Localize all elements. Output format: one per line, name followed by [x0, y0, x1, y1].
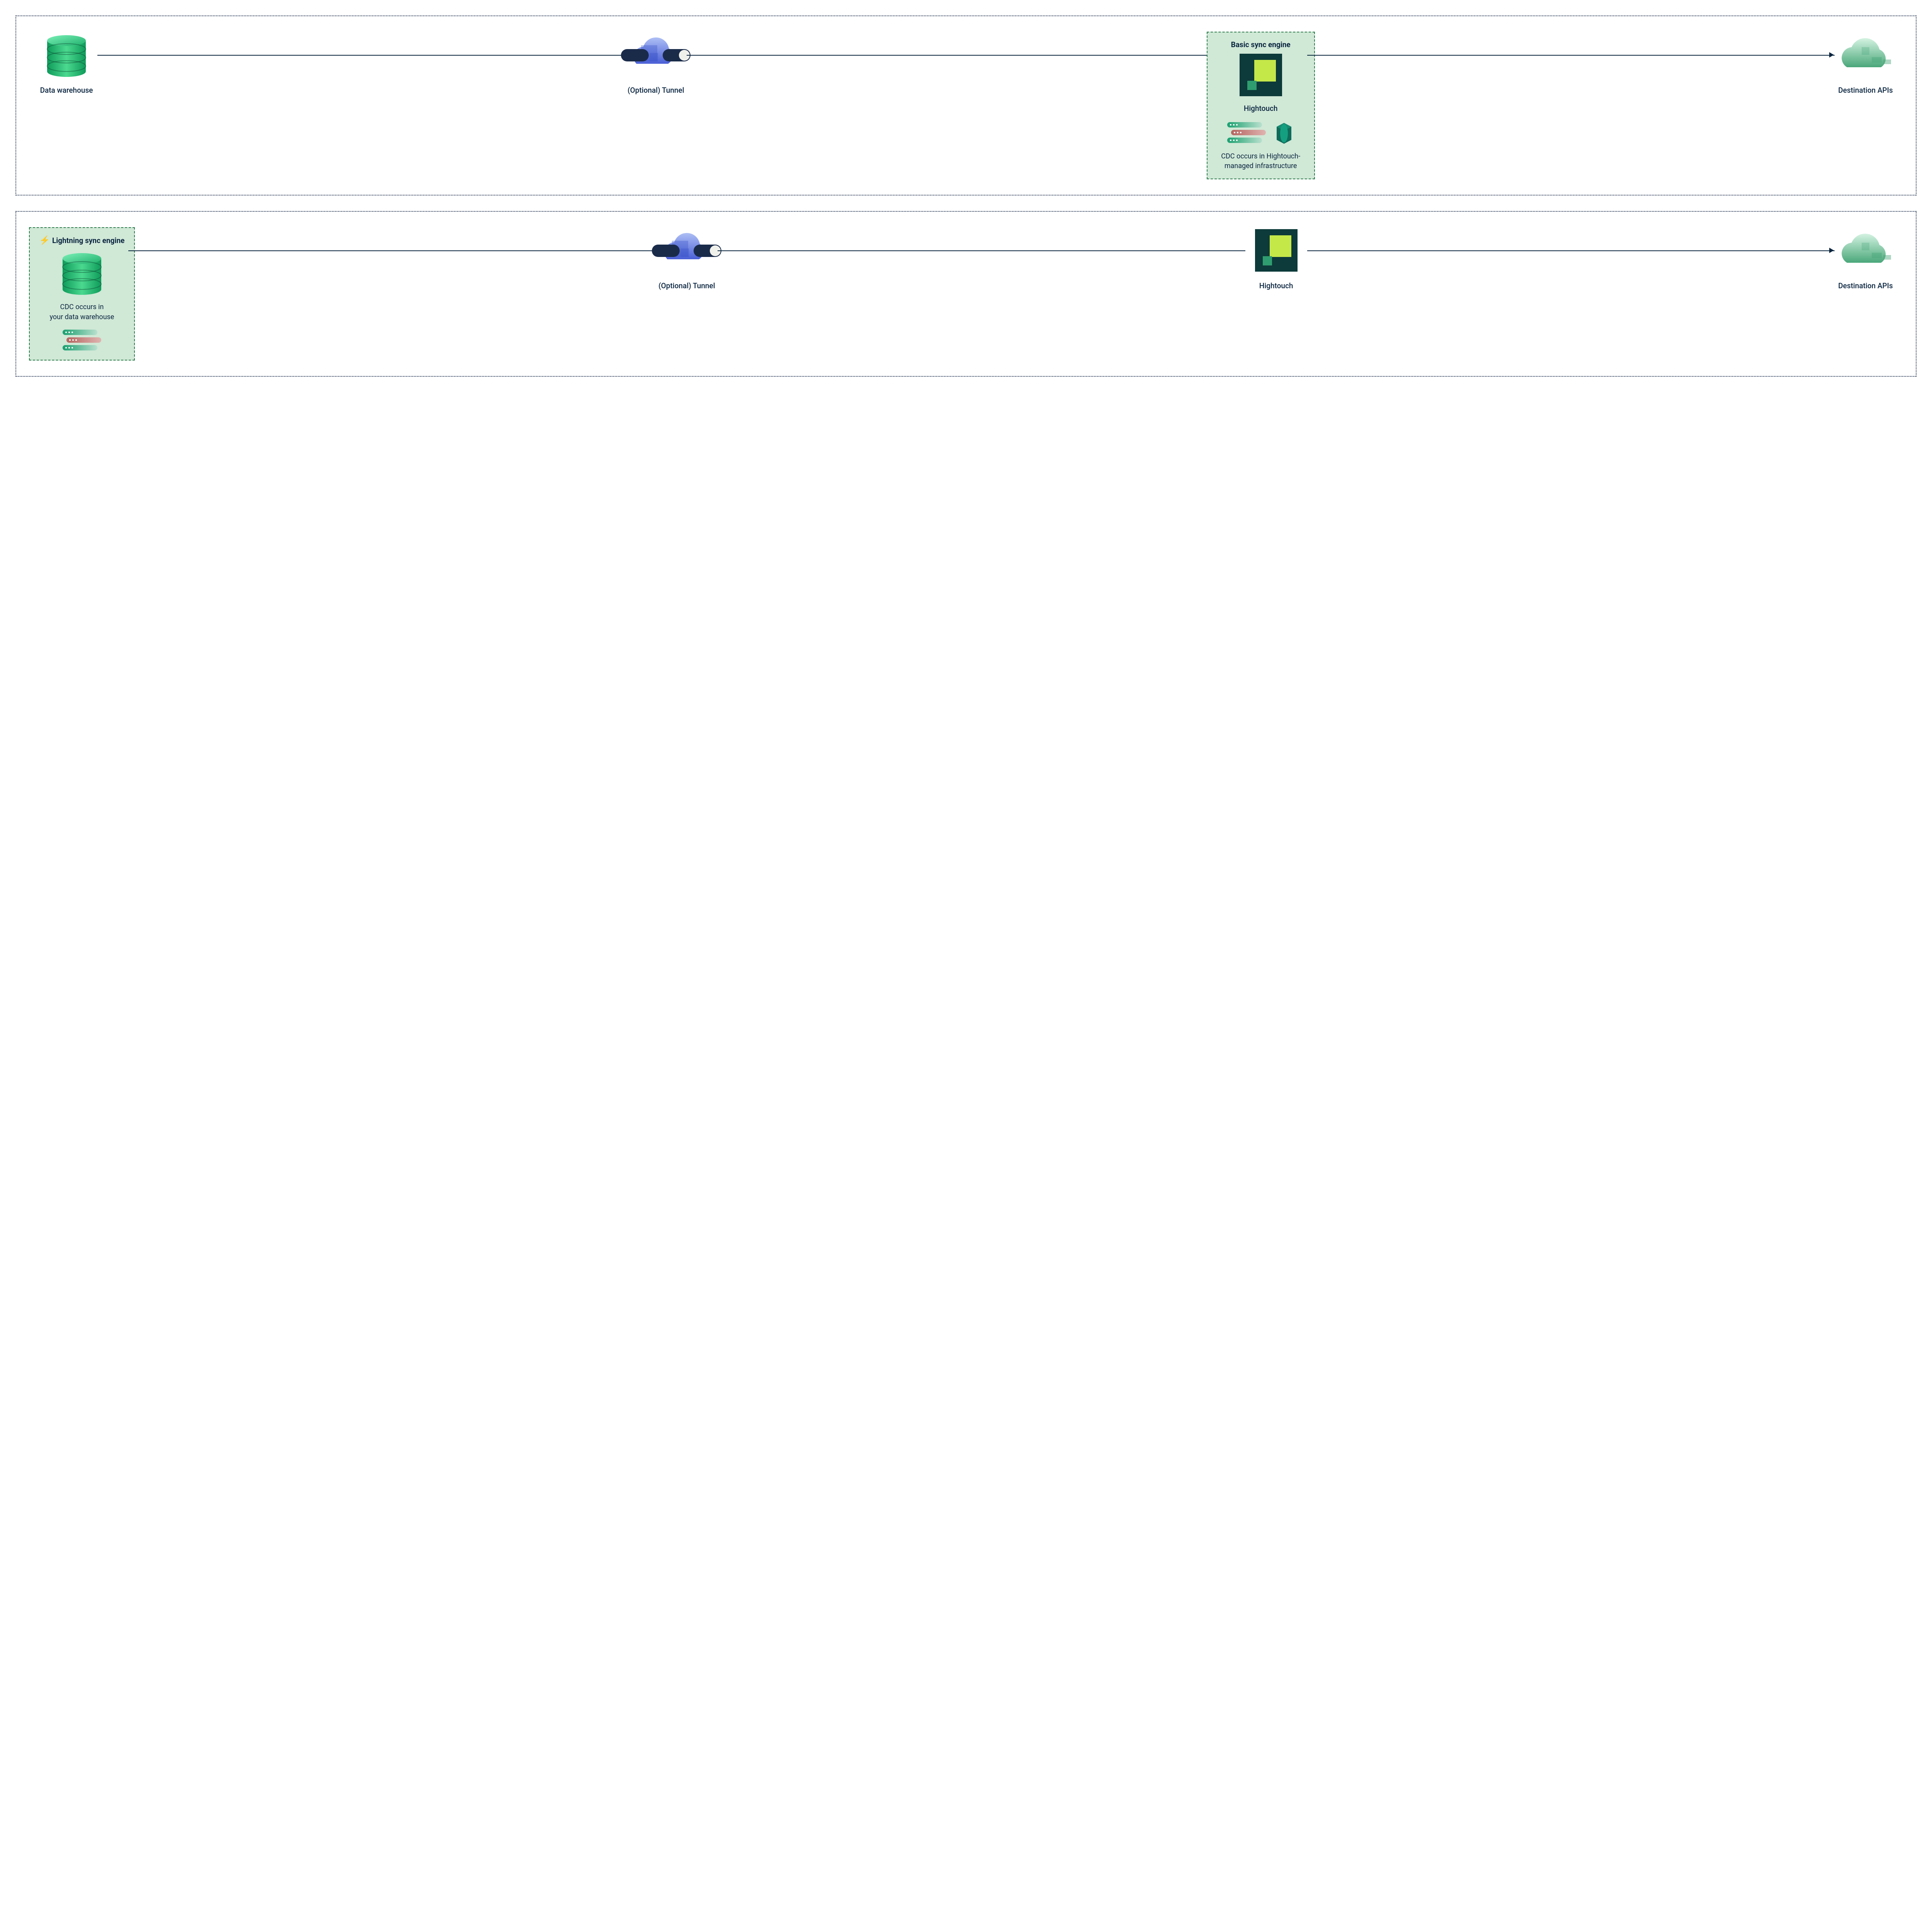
hightouch-logo-icon	[1240, 54, 1282, 96]
hightouch-node-2: Hightouch	[1238, 227, 1315, 290]
arrow-l3	[1315, 227, 1827, 274]
arrow-2	[694, 32, 1206, 78]
cylinder-shape-icon	[1274, 122, 1294, 145]
basic-flow-row: Data warehouse (Optional) Tunnel Basi	[28, 32, 1904, 179]
tunnel-cloud-icon	[621, 34, 690, 76]
lightning-warehouse-node: ⚡ Lightning sync engine CDC occurs in yo…	[28, 227, 136, 360]
hightouch-label-2: Hightouch	[1259, 281, 1293, 290]
destination-cloud-icon	[1835, 231, 1896, 270]
lightning-bolt-icon: ⚡	[39, 236, 50, 245]
tunnel-label: (Optional) Tunnel	[628, 86, 684, 95]
basic-sync-title: Basic sync engine	[1231, 40, 1291, 49]
hightouch-logo-icon	[1255, 229, 1298, 272]
destination-node-2: Destination APIs	[1827, 227, 1904, 290]
basic-highlight-box: Basic sync engine Hightouch	[1207, 32, 1315, 179]
arrow-l2	[725, 227, 1237, 274]
tunnel-node: (Optional) Tunnel	[617, 32, 694, 95]
tunnel-label-2: (Optional) Tunnel	[658, 281, 715, 290]
lightning-cdc-text: CDC occurs in your data warehouse	[50, 302, 114, 321]
lightning-sync-panel: ⚡ Lightning sync engine CDC occurs in yo…	[15, 211, 1917, 376]
destination-cloud-icon	[1835, 36, 1896, 74]
destination-node: Destination APIs	[1827, 32, 1904, 95]
cdc-bars-icon	[63, 330, 101, 352]
database-icon	[45, 33, 88, 77]
arrow-3	[1315, 32, 1827, 78]
destination-label-2: Destination APIs	[1838, 281, 1893, 290]
cdc-bars-icon	[1227, 122, 1266, 145]
lightning-sync-title: Lightning sync engine	[52, 236, 124, 245]
hightouch-node: Basic sync engine Hightouch	[1207, 32, 1315, 179]
database-icon	[61, 251, 103, 295]
hightouch-label: Hightouch	[1244, 104, 1278, 113]
tunnel-cloud-icon	[652, 229, 721, 272]
lightning-highlight-box: ⚡ Lightning sync engine CDC occurs in yo…	[29, 227, 135, 360]
basic-cdc-text: CDC occurs in Hightouch-managed infrastr…	[1217, 151, 1304, 171]
arrow-1	[105, 32, 617, 78]
arrow-l1	[136, 227, 648, 274]
lightning-flow-row: ⚡ Lightning sync engine CDC occurs in yo…	[28, 227, 1904, 360]
data-warehouse-node: Data warehouse	[28, 32, 105, 95]
data-warehouse-label: Data warehouse	[40, 86, 93, 95]
destination-label: Destination APIs	[1838, 86, 1893, 95]
basic-sync-panel: Data warehouse (Optional) Tunnel Basi	[15, 15, 1917, 196]
tunnel-node-2: (Optional) Tunnel	[648, 227, 725, 290]
